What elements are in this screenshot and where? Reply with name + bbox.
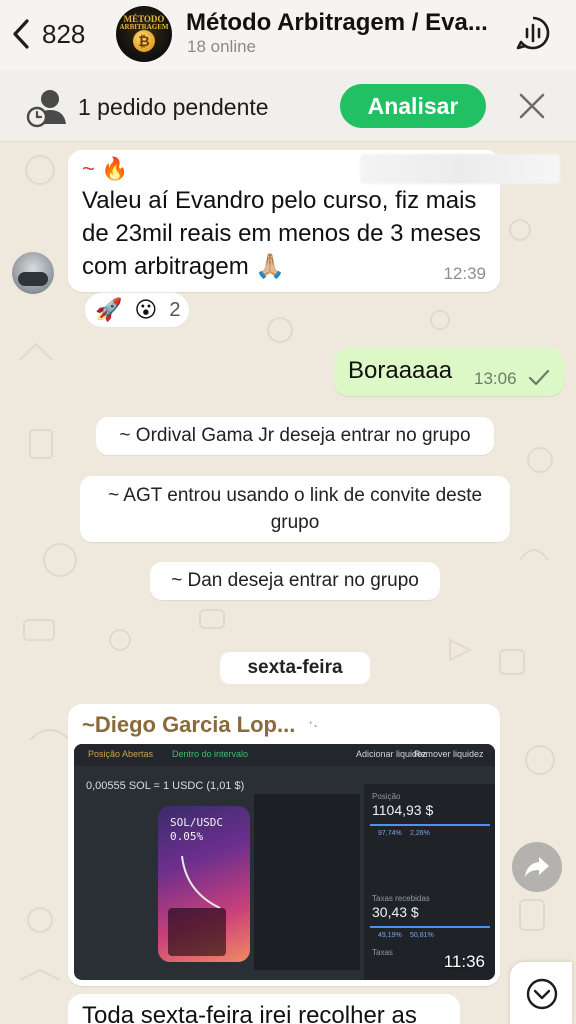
- message-text: Valeu aí Evandro pelo curso, fiz mais de…: [82, 187, 481, 280]
- system-message: ~ AGT entrou usando o link de convite de…: [80, 476, 510, 542]
- screenshot-topbar: Posição Abertas Dentro do intervalo Adic…: [74, 744, 495, 766]
- screenshot-card-panel: [168, 908, 226, 956]
- sender-avatar[interactable]: [12, 252, 54, 294]
- rocket-reaction: 🚀: [95, 297, 123, 322]
- message-time: 13:06: [474, 369, 517, 388]
- surprised-reaction: 😮: [134, 297, 158, 322]
- screenshot-pair: SOL/USDC: [170, 816, 223, 829]
- reaction-count: 2: [169, 298, 181, 321]
- screenshot-rate: 0,00555 SOL = 1 USDC (1,01 $): [86, 780, 245, 792]
- voice-chat-icon[interactable]: [514, 14, 552, 52]
- screenshot-position-value: 1104,93 $: [372, 802, 434, 818]
- share-button[interactable]: [512, 842, 562, 892]
- check-icon: [528, 369, 550, 386]
- screenshot-fees-bar: [370, 926, 490, 928]
- system-message: ~ Ordival Gama Jr deseja entrar no grupo: [96, 417, 494, 455]
- close-icon[interactable]: [516, 90, 548, 122]
- message-time: 12:39: [443, 264, 486, 283]
- screenshot-position-label: Posição: [372, 792, 401, 801]
- screenshot-fees-value: 30,43 $: [372, 904, 419, 920]
- pending-user-icon: [26, 90, 66, 128]
- screenshot-fees-split: 49,19%: [378, 932, 402, 939]
- date-divider: sexta-feira: [220, 652, 370, 684]
- screenshot-fee: 0.05%: [170, 830, 204, 843]
- message-sender[interactable]: ~Diego Garcia Lop...: [82, 712, 295, 738]
- shared-screenshot-image[interactable]: Posição Abertas Dentro do intervalo Adic…: [74, 744, 495, 980]
- chat-header: 828 MÉTODO ARBITRAGEM ₿ Método Arbitrage…: [0, 0, 576, 70]
- scroll-to-bottom-button[interactable]: [510, 962, 572, 1024]
- screenshot-position-bar: [370, 824, 490, 826]
- sender-suffix: ·.: [308, 714, 318, 731]
- chevron-down-icon: [526, 978, 558, 1010]
- screenshot-rewards-label: Taxas: [372, 948, 393, 957]
- analisar-button[interactable]: Analisar: [340, 84, 486, 128]
- bitcoin-coin-icon: ₿: [133, 30, 155, 52]
- screenshot-tab: Dentro do intervalo: [172, 749, 249, 759]
- media-message[interactable]: ~Diego Garcia Lop... ·. Posição Abertas …: [68, 704, 500, 986]
- message-text: Toda sexta-feira irei recolher as: [82, 1002, 417, 1024]
- message-time: 11:36: [443, 952, 485, 971]
- message-reactions[interactable]: 🚀 😮 2: [84, 292, 190, 328]
- message-sender[interactable]: ~ 🔥: [82, 156, 128, 182]
- screenshot-fees-split: 50,81%: [410, 932, 434, 939]
- message-text: Boraaaaa: [348, 357, 453, 384]
- incoming-message[interactable]: ~ 🔥 Valeu aí Evandro pelo curso, fiz mai…: [68, 150, 560, 292]
- group-avatar[interactable]: MÉTODO ARBITRAGEM ₿: [116, 6, 172, 62]
- unread-count: 828: [42, 18, 86, 49]
- outgoing-message[interactable]: Boraaaaa 13:06: [334, 348, 564, 396]
- screenshot-action: Remover liquidez: [414, 749, 484, 759]
- incoming-message[interactable]: Toda sexta-feira irei recolher as: [68, 994, 460, 1024]
- screenshot-fees-label: Taxas recebidas: [372, 894, 430, 903]
- back-button[interactable]: 828: [10, 14, 85, 54]
- group-name[interactable]: Método Arbitragem / Eva...: [186, 9, 496, 37]
- screenshot-dark-area: [254, 794, 360, 970]
- system-message: ~ Dan deseja entrar no grupo: [150, 562, 440, 600]
- pending-request-text: 1 pedido pendente: [78, 94, 269, 120]
- share-arrow-icon: [525, 857, 549, 877]
- screenshot-position-split: 2,26%: [410, 830, 430, 837]
- screenshot-curve: [181, 855, 221, 909]
- motorcycle-photo: [18, 272, 48, 286]
- redacted-phone: [360, 154, 560, 184]
- online-status: 18 online: [187, 37, 257, 56]
- pending-request-bar: 1 pedido pendente Analisar: [0, 70, 576, 142]
- chevron-left-icon: [13, 19, 29, 49]
- screenshot-position-split: 97,74%: [378, 830, 402, 837]
- screenshot-tab: Posição Abertas: [88, 749, 154, 759]
